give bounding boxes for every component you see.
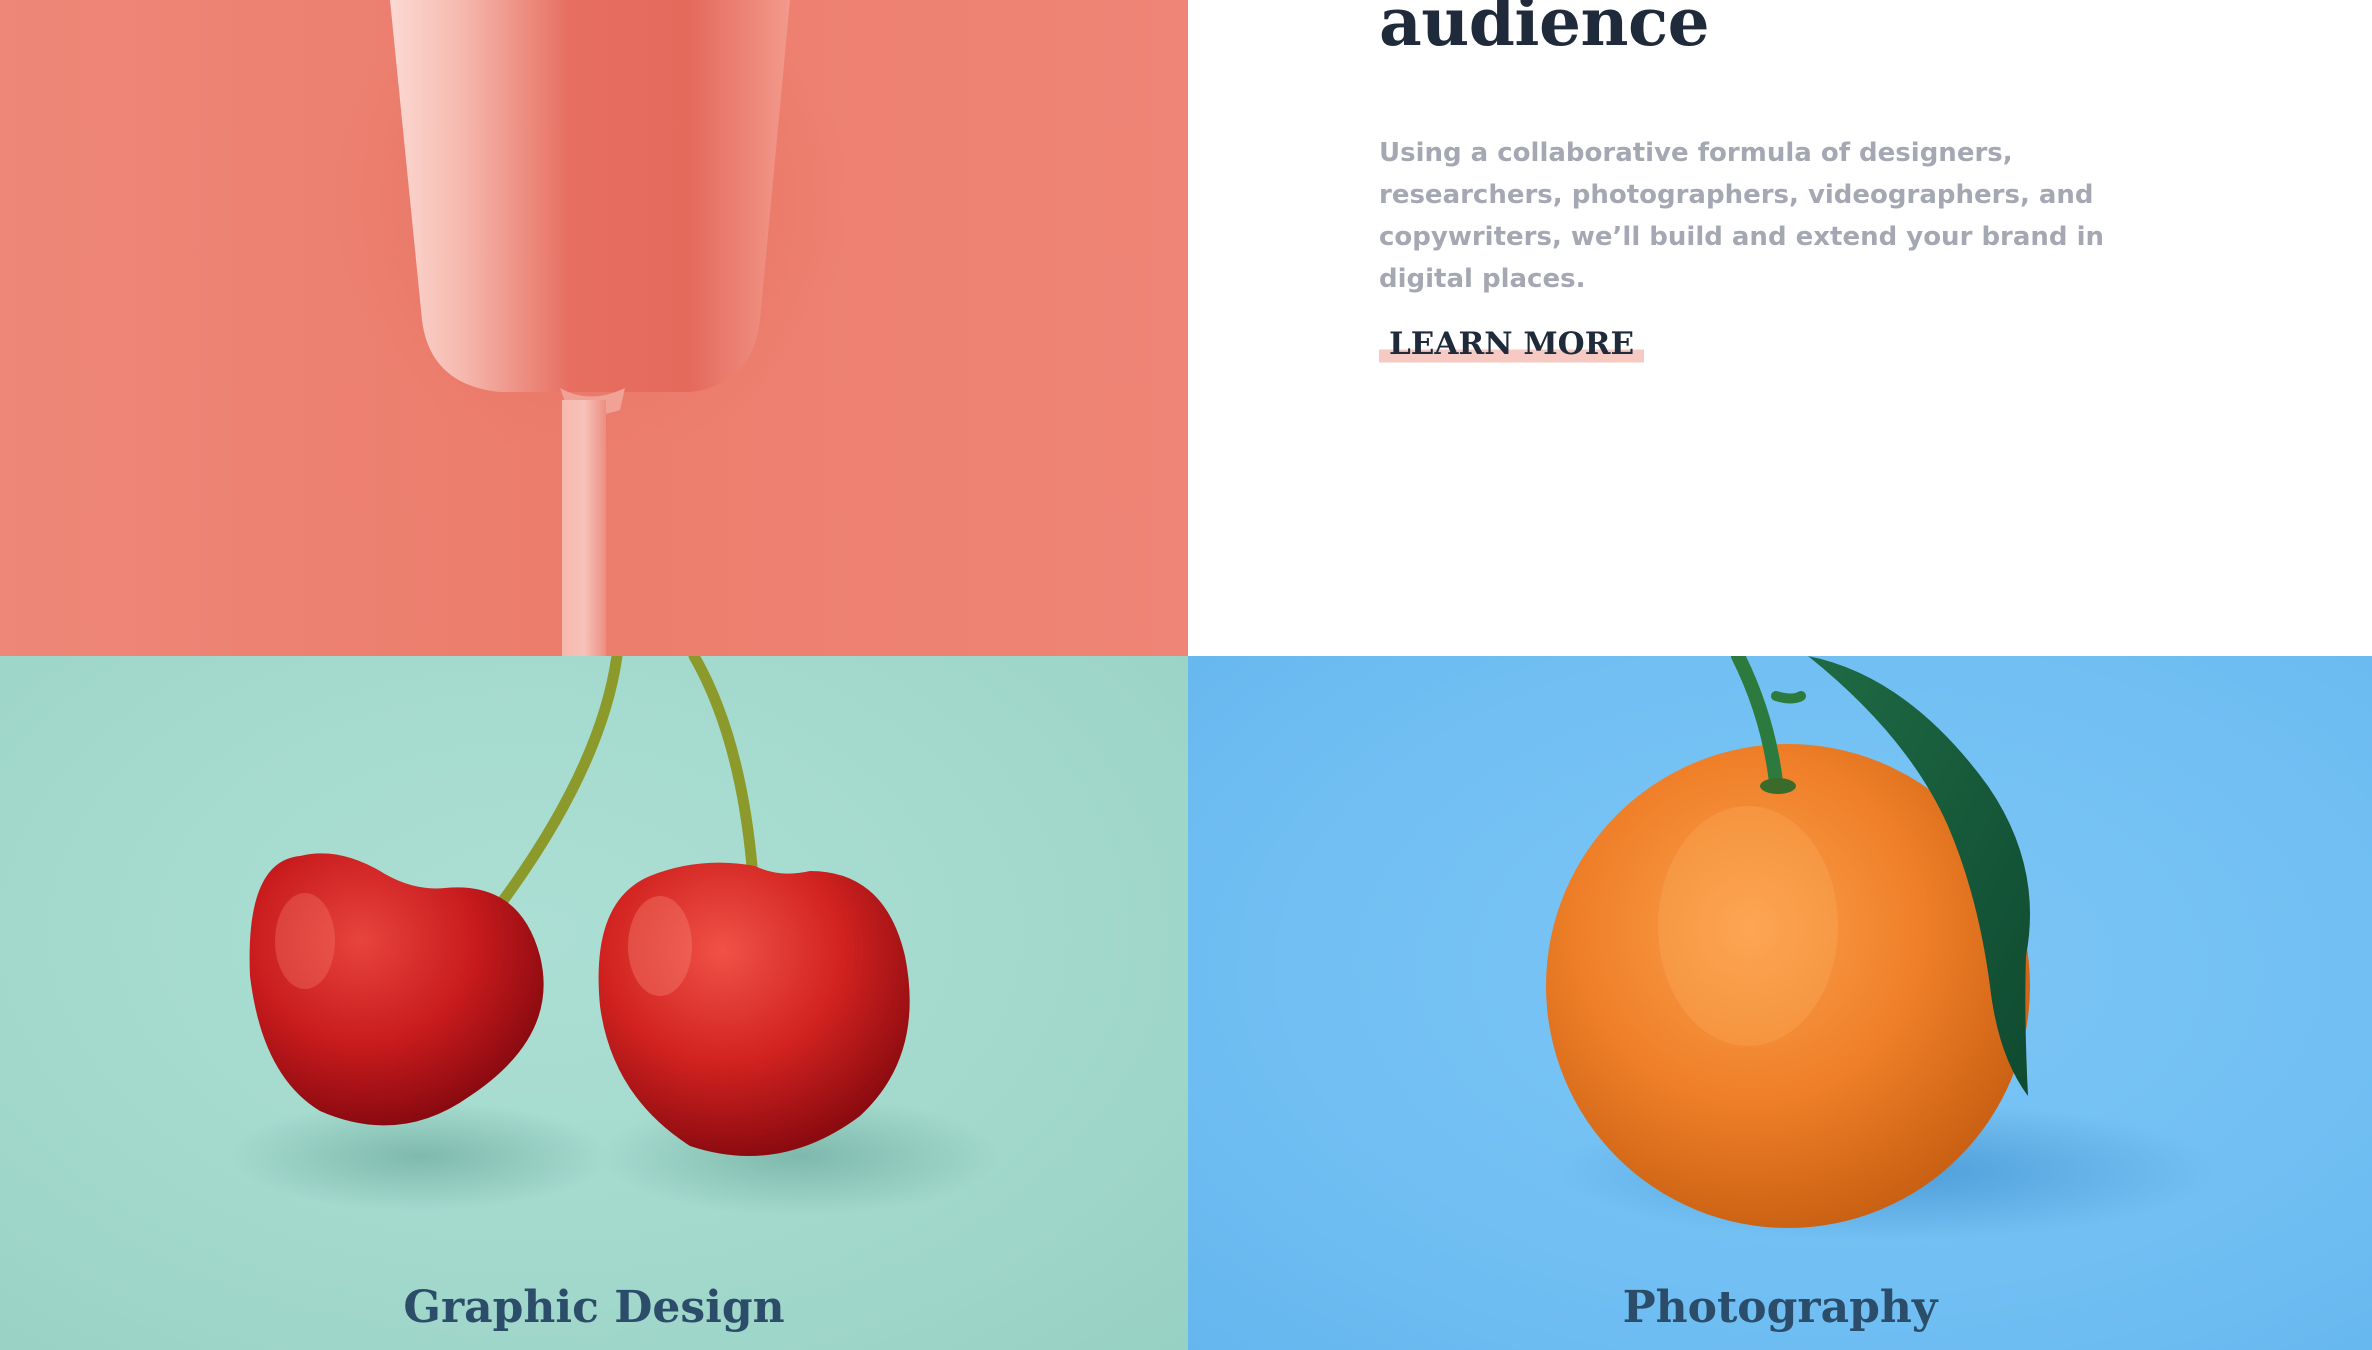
service-label-graphic-design[interactable]: Graphic Design: [0, 1280, 1188, 1336]
orange-photo: [1546, 656, 2218, 1241]
service-label-photography[interactable]: Photography: [1188, 1280, 2372, 1336]
glass-illustration: [330, 0, 850, 656]
page: audience Using a collaborative formula o…: [0, 0, 2372, 1350]
glass-photo: [0, 0, 1188, 656]
service-card-graphic-design[interactable]: Graphic Design: [0, 656, 1188, 1350]
service-card-photography[interactable]: Photography: [1188, 656, 2372, 1350]
hero-headline: audience: [1379, 0, 1710, 61]
learn-more-link[interactable]: LEARN MORE: [1379, 322, 1645, 366]
hero-text-section: audience Using a collaborative formula o…: [1188, 0, 2372, 656]
hero-body-text: Using a collaborative formula of designe…: [1379, 138, 2105, 294]
cherries-photo: [230, 656, 1000, 1216]
